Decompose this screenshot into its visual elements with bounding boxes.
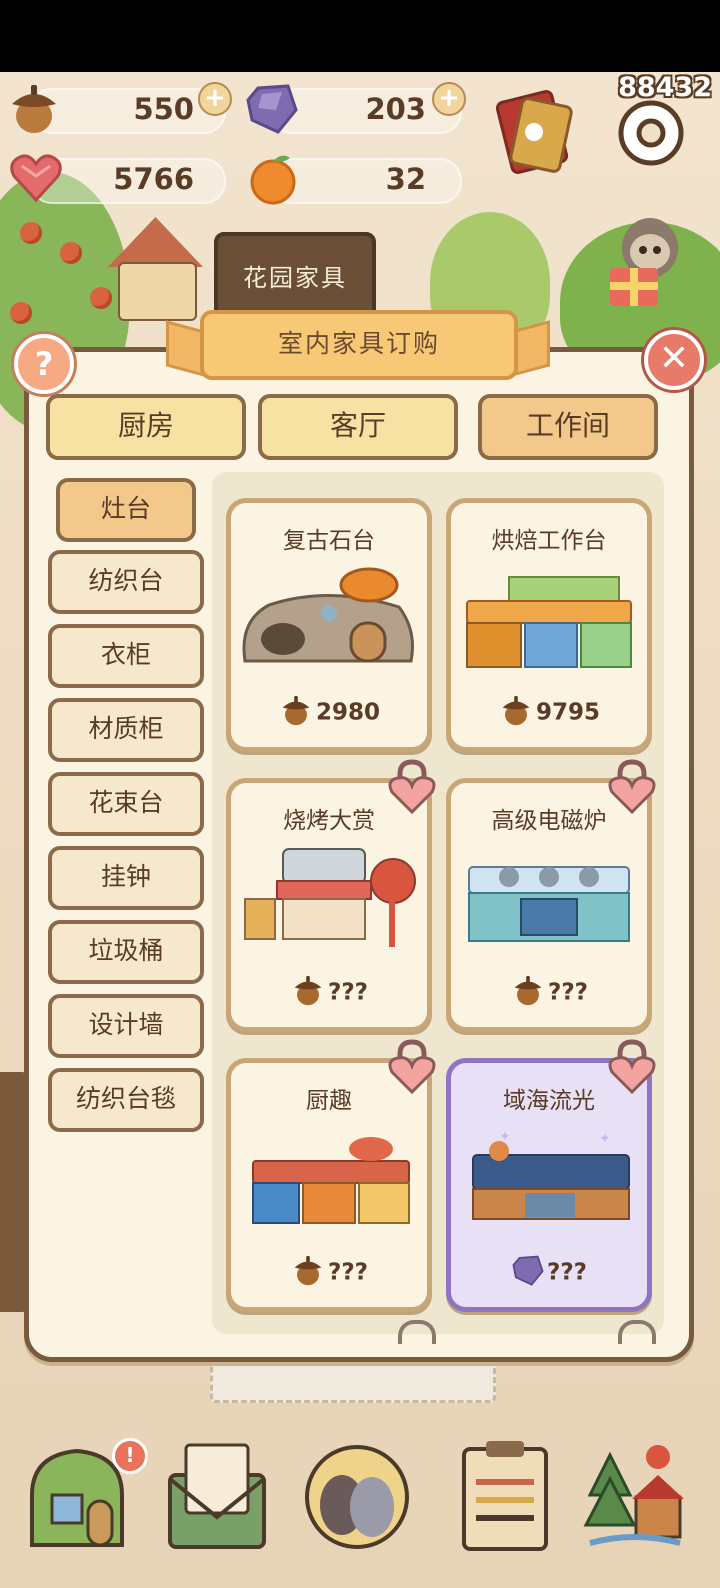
bbq-illustration <box>239 841 419 959</box>
item-price: 9795 <box>535 699 600 726</box>
notification-badge: ! <box>112 1438 148 1474</box>
purple-crystal-icon <box>244 80 300 140</box>
kitchen-fun-illustration <box>239 1121 419 1239</box>
map-nav-button[interactable] <box>580 1435 690 1555</box>
acorn-icon <box>278 693 314 733</box>
item-card-kitchen-fun[interactable]: 厨趣 ??? <box>226 1058 432 1312</box>
close-button[interactable]: ✕ <box>644 330 704 390</box>
subnav-loom[interactable]: 纺织台 <box>48 550 204 614</box>
orange-count: 32 <box>385 162 426 196</box>
add-crystal-button[interactable]: + <box>432 82 466 116</box>
item-price-row: 2980 <box>231 693 427 733</box>
friends-nav-button[interactable] <box>302 1435 412 1555</box>
item-price: ??? <box>546 1259 588 1286</box>
lock-icon <box>388 1038 436 1095</box>
purple-crystal-icon <box>511 1253 545 1293</box>
acorn-icon <box>290 973 326 1013</box>
acorn-icon <box>6 80 62 140</box>
acorn-icon <box>498 693 534 733</box>
acorn-icon <box>510 973 546 1013</box>
modal-title: 室内家具订购 <box>200 310 518 380</box>
lock-icon <box>388 758 436 815</box>
item-name: 烘焙工作台 <box>491 528 607 554</box>
item-card-sea-glow[interactable]: 域海流光 ✦ ✦ ??? <box>446 1058 652 1312</box>
subnav-wall-clock[interactable]: 挂钟 <box>48 846 204 910</box>
item-price-row: ??? <box>231 973 427 1013</box>
induction-cooker-illustration <box>459 841 639 959</box>
small-house <box>108 217 203 321</box>
item-price-row: ??? <box>451 1253 647 1293</box>
tasks-nav-button[interactable] <box>450 1435 560 1555</box>
item-card-baking-workbench[interactable]: 烘焙工作台 9795 <box>446 498 652 752</box>
sea-glow-illustration: ✦ ✦ <box>459 1121 639 1239</box>
tab-kitchen[interactable]: 厨房 <box>46 394 246 460</box>
item-price: ??? <box>547 979 589 1006</box>
item-price: 2980 <box>315 699 380 726</box>
item-card-retro-stone-stove[interactable]: 复古石台 2980 <box>226 498 432 752</box>
subnav-stove[interactable]: 灶台 <box>56 478 196 542</box>
tab-workshop[interactable]: 工作间 <box>478 394 658 460</box>
acorn-count: 550 <box>133 92 194 126</box>
berry <box>60 242 82 264</box>
subnav-wardrobe[interactable]: 衣柜 <box>48 624 204 688</box>
subnav-flower-table[interactable]: 花束台 <box>48 772 204 836</box>
acorn-icon <box>290 1253 326 1293</box>
svg-text:✦: ✦ <box>599 1131 611 1147</box>
settings-gear-icon[interactable] <box>610 92 692 174</box>
svg-text:✦: ✦ <box>499 1129 511 1145</box>
item-price: ??? <box>327 979 369 1006</box>
recipe-book-icon[interactable] <box>494 86 580 176</box>
crystal-count: 203 <box>365 92 426 126</box>
stone-stove-illustration <box>239 561 419 679</box>
item-price-row: 9795 <box>451 693 647 733</box>
item-price-row: ??? <box>451 973 647 1013</box>
subnav-material-cabinet[interactable]: 材质柜 <box>48 698 204 762</box>
orange-fruit-icon <box>246 150 302 210</box>
item-card-induction-cooker[interactable]: 高级电磁炉 ??? <box>446 778 652 1032</box>
subnav-loom-rug[interactable]: 纺织台毯 <box>48 1068 204 1132</box>
item-name: 复古石台 <box>283 528 375 554</box>
berry <box>10 302 32 324</box>
baking-bench-illustration <box>459 561 639 679</box>
item-card-bbq-grand[interactable]: 烧烤大赏 ??? <box>226 778 432 1032</box>
mail-nav-button[interactable] <box>162 1435 272 1555</box>
item-price-row: ??? <box>231 1253 427 1293</box>
heart-gem-count: 5766 <box>113 162 194 196</box>
garden-furniture-sign[interactable]: 花园家具 <box>214 232 376 320</box>
sloth-gift-icon[interactable] <box>606 210 686 310</box>
berry <box>20 222 42 244</box>
item-price: ??? <box>327 1259 369 1286</box>
tab-living-room[interactable]: 客厅 <box>258 394 458 460</box>
lock-icon <box>398 1320 436 1344</box>
lock-icon <box>608 1038 656 1095</box>
lock-icon <box>608 758 656 815</box>
add-acorn-button[interactable]: + <box>198 82 232 116</box>
lock-icon <box>618 1320 656 1344</box>
subnav-design-wall[interactable]: 设计墙 <box>48 994 204 1058</box>
subnav-trash-bin[interactable]: 垃圾桶 <box>48 920 204 984</box>
heart-gem-icon <box>8 152 64 208</box>
help-button[interactable]: ? <box>14 334 74 394</box>
garden-sign-label: 花园家具 <box>243 264 347 292</box>
